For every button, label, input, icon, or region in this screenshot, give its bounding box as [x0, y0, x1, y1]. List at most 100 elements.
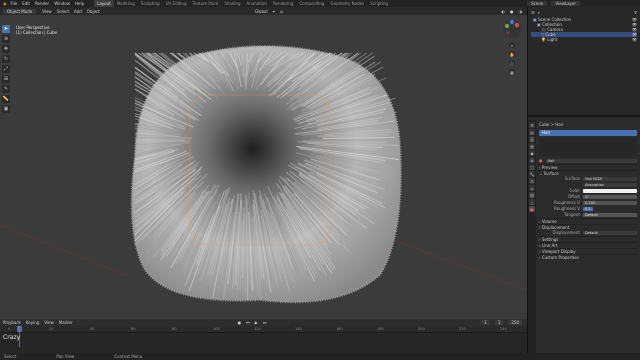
visibility-eye-icon[interactable]: 👁 — [632, 37, 637, 42]
section-custom-properties[interactable]: › Custom Properties — [539, 254, 637, 260]
tool-tab-icon[interactable]: ⚒ — [529, 122, 535, 128]
material-tab-icon[interactable]: ● — [529, 206, 535, 212]
material-slot-list[interactable] — [539, 138, 637, 156]
view-menu-timeline[interactable]: View — [44, 320, 54, 325]
surface-prop-field[interactable]: 2° — [583, 194, 637, 199]
particles-tab-icon[interactable]: ⁂ — [529, 178, 535, 184]
surface-prop-row: Roughness V 0.1 — [539, 206, 637, 212]
workspace-tab-animation[interactable]: Animation — [244, 0, 270, 7]
shading-material-icon[interactable]: ◑ — [519, 9, 523, 14]
blender-logo-icon[interactable]: ◉ — [3, 1, 7, 6]
workspace-tab-layout[interactable]: Layout — [94, 0, 114, 7]
rotate-tool-icon[interactable]: ↻ — [2, 55, 10, 63]
displacement-field[interactable]: Default — [583, 230, 637, 235]
ortho-grid-icon[interactable]: ▦ — [509, 69, 515, 75]
marker-menu[interactable]: Marker — [59, 320, 73, 325]
material-slot-hair[interactable]: Hair — [539, 130, 637, 136]
object-menu[interactable]: Object — [87, 9, 100, 14]
navigation-gizmo[interactable]: ⌕ ✋ 🎥 ▦ — [502, 19, 522, 75]
jump-end-icon[interactable]: ⏭ — [263, 320, 267, 325]
workspace-tab-compositing[interactable]: Compositing — [296, 0, 327, 7]
add-menu[interactable]: Add — [74, 9, 82, 14]
proportional-edit-icon[interactable]: ◎ — [280, 9, 284, 14]
scene-tab-icon[interactable]: ◆ — [529, 150, 535, 156]
workspace-tab-geometry-nodes[interactable]: Geometry Nodes — [327, 0, 367, 7]
camera-view-icon[interactable]: 🎥 — [509, 60, 515, 66]
workspace-tab-modeling[interactable]: Modeling — [114, 0, 138, 7]
workspace-tab-shading[interactable]: Shading — [221, 0, 243, 7]
frame-ruler[interactable]: 1 020406080100120140160180200220240 — [0, 326, 527, 333]
data-tab-icon[interactable]: △ — [529, 199, 535, 205]
frame-tick-label: 220 — [459, 327, 466, 331]
frame-tick-label: 160 — [336, 327, 343, 331]
transform-orientation[interactable]: Global — [255, 9, 268, 14]
menu-item-file[interactable]: File — [11, 1, 18, 6]
surface-prop-field[interactable]: 0.100 — [583, 200, 637, 205]
menu-item-render[interactable]: Render — [35, 1, 49, 6]
workspace-tab-scripting[interactable]: Scripting — [367, 0, 391, 7]
modifier-tab-icon[interactable]: 🔧 — [529, 171, 535, 177]
properties-editor[interactable]: ⚒ ▤ ⎙ ▥ ◆ ◍ ▢ 🔧 ⁂ ◎ ⛓ △ ● Cube > Hair Ha… — [528, 120, 640, 360]
add-cube-tool-icon[interactable]: ▣ — [2, 105, 10, 113]
timeline-editor[interactable]: Playback Keying View Marker ● ⏮ ▶ ⏭ 1 1 … — [0, 319, 527, 353]
section-label: Volume — [541, 219, 557, 224]
surface-prop-field[interactable]: 0.1 — [583, 206, 593, 211]
end-frame-field[interactable]: 250 — [508, 320, 522, 325]
object-tab-icon[interactable]: ▢ — [529, 164, 535, 170]
surface-prop-field[interactable]: Default — [583, 212, 637, 217]
menu-item-edit[interactable]: Edit — [22, 1, 30, 6]
outliner[interactable]: ☰ ⌕ ⊽ ▣ Scene Collection 👁 ▣ Collection 👁 🎥 … — [528, 7, 640, 117]
record-icon[interactable]: ● — [238, 320, 242, 325]
select-tool-icon[interactable]: ➤ — [2, 25, 10, 33]
jump-start-icon[interactable]: ⏮ — [246, 320, 250, 325]
play-icon[interactable]: ▶ — [255, 320, 258, 325]
material-datablock[interactable]: ● Hair — [539, 158, 637, 164]
cursor-tool-icon[interactable]: ⊕ — [2, 35, 10, 43]
overlay-icon[interactable]: ◐ — [502, 9, 506, 14]
scale-tool-icon[interactable]: ⤢ — [2, 65, 10, 73]
zoom-icon[interactable]: ⌕ — [509, 42, 515, 48]
tool-shelf: ➤ ⊕ ✥ ↻ ⤢ ⊞ ✎ 📏 ▣ — [2, 25, 11, 113]
material-name-field[interactable]: Hair — [545, 158, 637, 163]
transform-tool-icon[interactable]: ⊞ — [2, 75, 10, 83]
view-menu[interactable]: View — [42, 9, 52, 14]
physics-tab-icon[interactable]: ◎ — [529, 185, 535, 191]
start-frame-field[interactable]: 1 — [494, 320, 504, 325]
frame-tick-label: 120 — [254, 327, 261, 331]
keying-menu[interactable]: Keying — [26, 320, 39, 325]
surface-prop-field[interactable]: Hair BSDF — [583, 176, 637, 181]
pan-hand-icon[interactable]: ✋ — [509, 51, 515, 57]
world-tab-icon[interactable]: ◍ — [529, 157, 535, 163]
snap-icon[interactable]: ⌖ — [273, 9, 275, 14]
properties-tabs: ⚒ ▤ ⎙ ▥ ◆ ◍ ▢ 🔧 ⁂ ◎ ⛓ △ ● — [528, 120, 536, 360]
move-tool-icon[interactable]: ✥ — [2, 45, 10, 53]
axis-gizmo-icon[interactable] — [502, 19, 522, 39]
properties-breadcrumb: Cube > Hair — [539, 122, 564, 127]
shading-solid-icon[interactable]: ● — [510, 9, 514, 14]
workspace-tab-texture-paint[interactable]: Texture Paint — [189, 0, 221, 7]
workspace-tab-sculpting[interactable]: Sculpting — [138, 0, 163, 7]
outliner-search-icon[interactable]: ⌕ — [538, 10, 540, 15]
render-tab-icon[interactable]: ▤ — [529, 129, 535, 135]
surface-prop-field[interactable]: Absorption — [583, 182, 637, 187]
filter-icon[interactable]: ⊽ — [634, 10, 637, 15]
workspace-tab-uv-editing[interactable]: UV Editing — [163, 0, 190, 7]
menu-item-window[interactable]: Window — [54, 1, 70, 6]
menu-item-help[interactable]: Help — [75, 1, 84, 6]
outliner-row[interactable]: 💡 Light 👁 — [531, 37, 637, 42]
workspace-tab-rendering[interactable]: Rendering — [270, 0, 296, 7]
3d-viewport[interactable]: ➤ ⊕ ✥ ↻ ⤢ ⊞ ✎ 📏 ▣ User Perspective (1) C… — [0, 15, 527, 319]
surface-prop-field[interactable] — [583, 188, 637, 193]
mode-selector[interactable]: Object Mode — [3, 8, 37, 14]
view-layer-tab-icon[interactable]: ▥ — [529, 143, 535, 149]
output-tab-icon[interactable]: ⎙ — [529, 136, 535, 142]
annotate-tool-icon[interactable]: ✎ — [2, 85, 10, 93]
select-menu[interactable]: Select — [57, 9, 69, 14]
current-frame-field[interactable]: 1 — [481, 320, 490, 325]
outliner-editor-icon[interactable]: ☰ — [531, 10, 535, 15]
viewlayer-selector[interactable]: ViewLayer — [551, 1, 580, 6]
measure-tool-icon[interactable]: 📏 — [2, 95, 10, 103]
constraints-tab-icon[interactable]: ⛓ — [529, 192, 535, 198]
playback-menu[interactable]: Playback — [3, 320, 21, 325]
scene-selector[interactable]: Scene — [527, 1, 548, 6]
